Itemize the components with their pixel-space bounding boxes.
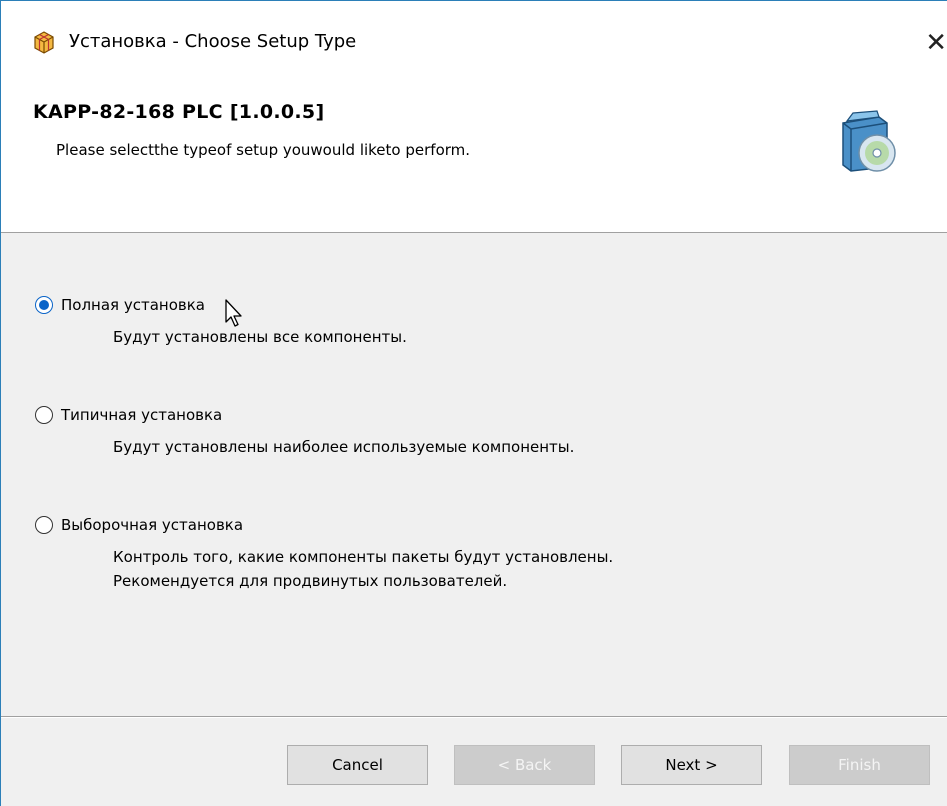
radio-typical-install[interactable]: Типичная установка — [35, 401, 574, 429]
radio-button[interactable] — [35, 516, 53, 534]
radio-button[interactable] — [35, 406, 53, 424]
option-label: Типичная установка — [61, 406, 223, 424]
setup-type-options: Полная установка Будут установлены все к… — [1, 233, 947, 716]
wizard-header: KAPP-82-168 PLC [1.0.0.5] Please selectt… — [1, 89, 947, 233]
close-icon: ✕ — [925, 28, 947, 58]
installer-box-icon — [34, 31, 54, 54]
option-typical: Типичная установка Будут установлены наи… — [35, 401, 574, 459]
product-title: KAPP-82-168 PLC [1.0.0.5] — [33, 101, 325, 123]
option-description: Будут установлены наиболее используемые … — [113, 435, 574, 459]
header-subtitle: Please selectthe typeof setup youwould l… — [56, 141, 471, 159]
finish-button[interactable]: Finish — [789, 745, 930, 785]
back-button[interactable]: < Back — [454, 745, 595, 785]
radio-button-checked[interactable] — [35, 296, 53, 314]
option-label: Полная установка — [61, 296, 205, 314]
option-custom: Выборочная установка Контроль того, каки… — [35, 511, 613, 593]
option-description-line: Будут установлены все компоненты. — [113, 328, 407, 346]
option-description: Контроль того, какие компоненты пакеты б… — [113, 545, 613, 593]
radio-custom-install[interactable]: Выборочная установка — [35, 511, 613, 539]
radio-full-install[interactable]: Полная установка — [35, 291, 407, 319]
option-description-line: Контроль того, какие компоненты пакеты б… — [113, 548, 614, 566]
cancel-button[interactable]: Cancel — [287, 745, 428, 785]
option-full: Полная установка Будут установлены все к… — [35, 291, 407, 349]
option-description-line: Будут установлены наиболее используемые … — [113, 438, 575, 456]
mouse-pointer-icon — [225, 299, 242, 327]
option-description: Будут установлены все компоненты. — [113, 325, 407, 349]
title-bar[interactable]: Установка - Choose Setup Type ✕ — [1, 1, 947, 89]
setup-dialog: Установка - Choose Setup Type ✕ KAPP-82-… — [0, 0, 947, 806]
close-button[interactable]: ✕ — [917, 21, 947, 65]
option-label: Выборочная установка — [61, 516, 244, 534]
window-title: Установка - Choose Setup Type — [69, 31, 357, 52]
setup-cd-box-icon — [842, 110, 896, 172]
option-description-line: Рекомендуется для продвинутых пользовате… — [113, 572, 508, 590]
next-button[interactable]: Next > — [621, 745, 762, 785]
footer-separator — [1, 716, 947, 718]
